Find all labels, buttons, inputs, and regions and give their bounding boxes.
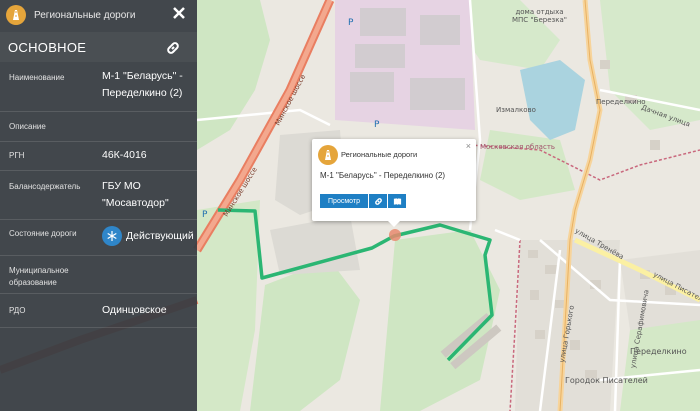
field-municipality: Муниципальное образование xyxy=(0,256,197,294)
field-value: Действующий xyxy=(126,230,194,242)
map-label-gorodok: Городок Писателей xyxy=(565,376,648,385)
panel-title: Региональные дороги xyxy=(34,9,136,21)
close-button[interactable] xyxy=(168,2,190,24)
popup-title: Региональные дороги xyxy=(341,150,418,159)
road-icon xyxy=(6,5,26,25)
field-value: Одинцовское xyxy=(102,304,167,316)
popup-road-name: М-1 "Беларусь" - Переделкино (2) xyxy=(320,171,446,180)
field-label: РГН xyxy=(9,151,25,160)
map-label-izmalkovo: Измалково xyxy=(496,106,536,114)
field-owner: Балансодержатель ГБУ МО "Мосавтодор" xyxy=(0,171,197,220)
popup-actions: Просмотр xyxy=(320,194,406,208)
parking-icon: P xyxy=(374,120,380,130)
map-label-peredelkino-top: Переделкино xyxy=(596,98,646,106)
field-description: Описание xyxy=(0,112,197,142)
snowflake-icon xyxy=(102,226,122,246)
field-status: Состояние дороги Действующий xyxy=(0,220,197,256)
field-value: 46К-4016 xyxy=(102,149,147,161)
section-header: ОСНОВНОЕ xyxy=(0,32,197,62)
book-icon xyxy=(393,197,401,205)
link-icon xyxy=(374,197,382,205)
field-rgn: РГН 46К-4016 xyxy=(0,142,197,171)
field-label: Муниципальное образование xyxy=(9,266,69,287)
map-label-sanatorium: дома отдыха МПС "Березка" xyxy=(512,8,567,24)
popup-link-button[interactable] xyxy=(369,194,387,208)
field-name: Наименование М-1 "Беларусь" - Переделкин… xyxy=(0,62,197,112)
popup-close-button[interactable]: × xyxy=(466,141,471,151)
info-panel: Региональные дороги ОСНОВНОЕ Наименовани… xyxy=(0,0,197,411)
field-label: РДО xyxy=(9,306,26,315)
map-label-moskovskaya-oblast: Московская область xyxy=(480,143,556,151)
view-button[interactable]: Просмотр xyxy=(320,194,368,208)
close-icon xyxy=(173,7,185,19)
section-title: ОСНОВНОЕ xyxy=(8,39,87,55)
field-label: Описание xyxy=(9,122,46,131)
parking-icon: P xyxy=(348,18,354,28)
popup-book-button[interactable] xyxy=(388,194,406,208)
field-label: Наименование xyxy=(9,73,65,82)
road-icon xyxy=(318,145,338,165)
field-rdo: РДО Одинцовское xyxy=(0,294,197,328)
link-button[interactable] xyxy=(165,40,181,56)
field-value: ГБУ МО "Мосавтодор" xyxy=(102,180,169,209)
field-label: Балансодержатель xyxy=(9,182,81,191)
link-icon xyxy=(167,42,179,54)
parking-icon: P xyxy=(202,210,208,220)
feature-popup: Региональные дороги × М-1 "Беларусь" - П… xyxy=(312,139,476,227)
field-value: М-1 "Беларусь" - Переделкино (2) xyxy=(102,70,183,99)
field-label: Состояние дороги xyxy=(9,229,77,238)
